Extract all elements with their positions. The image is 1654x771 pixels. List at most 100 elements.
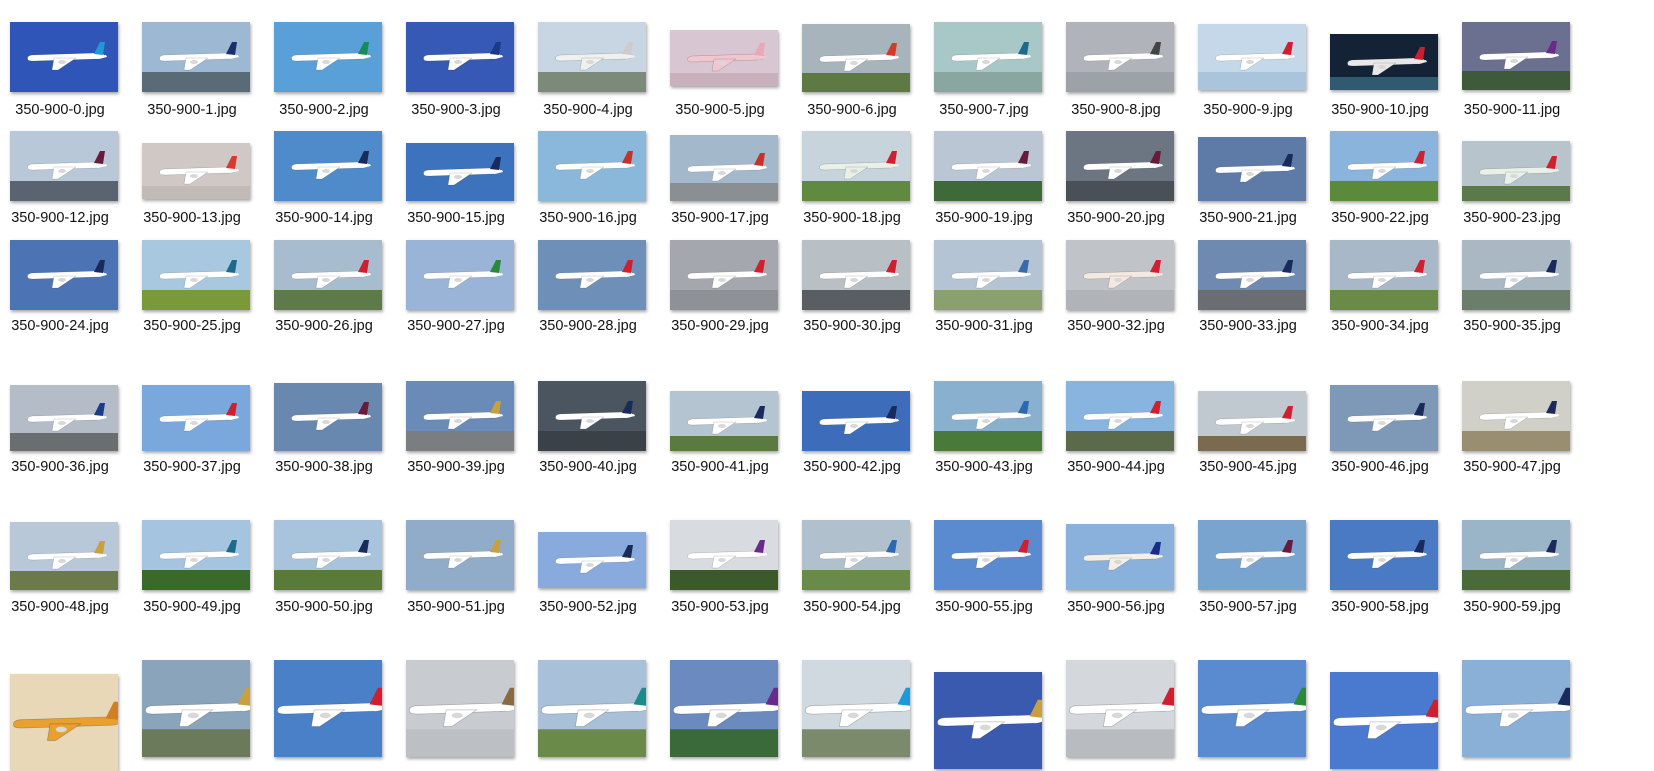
file-name-label: 350-900-32.jpg — [1067, 318, 1165, 334]
airplane-photo — [10, 522, 118, 590]
thumbnail-image[interactable] — [142, 22, 250, 92]
thumbnail-image[interactable] — [670, 660, 778, 757]
thumbnail-image[interactable] — [1066, 22, 1174, 92]
thumbnail-image[interactable] — [1462, 381, 1570, 451]
thumbnail-image[interactable] — [1066, 660, 1174, 757]
thumbnail-image[interactable] — [802, 660, 910, 757]
thumbnail-image[interactable] — [802, 520, 910, 590]
thumbnail-image[interactable] — [670, 520, 778, 590]
thumbnail-image[interactable] — [670, 30, 778, 86]
file-name-label: 350-900-27.jpg — [407, 318, 505, 334]
thumbnail-image[interactable] — [802, 391, 910, 451]
thumbnail-image[interactable] — [406, 520, 514, 590]
airplane-photo — [670, 391, 778, 451]
thumbnail-image[interactable] — [10, 22, 118, 92]
thumbnail-image[interactable] — [10, 240, 118, 310]
thumbnail-image[interactable] — [538, 131, 646, 201]
thumbnail-image[interactable] — [274, 240, 382, 310]
thumbnail-image[interactable] — [142, 143, 250, 199]
airplane-photo — [142, 520, 250, 590]
thumbnail-image[interactable] — [1462, 141, 1570, 201]
thumbnail-image[interactable] — [406, 381, 514, 451]
airplane-photo — [538, 22, 646, 92]
thumbnail-image[interactable] — [538, 532, 646, 588]
thumbnail-image[interactable] — [274, 131, 382, 201]
thumbnail-image[interactable] — [10, 674, 118, 771]
thumbnail-image[interactable] — [142, 240, 250, 310]
thumbnail-image[interactable] — [934, 520, 1042, 590]
file-name-label: 350-900-52.jpg — [539, 599, 637, 615]
airplane-photo — [1462, 520, 1570, 590]
thumbnail-image[interactable] — [1462, 660, 1570, 757]
file-name-label: 350-900-18.jpg — [803, 210, 901, 226]
thumbnail-image[interactable] — [142, 385, 250, 451]
thumbnail-image[interactable] — [1066, 381, 1174, 451]
thumbnail-image[interactable] — [1462, 520, 1570, 590]
thumbnail-image[interactable] — [934, 131, 1042, 201]
thumbnail-image[interactable] — [1330, 520, 1438, 590]
thumbnail-image[interactable] — [274, 660, 382, 757]
file-name-label: 350-900-46.jpg — [1331, 459, 1429, 475]
thumbnail-image[interactable] — [274, 383, 382, 451]
thumbnail-image[interactable] — [538, 240, 646, 310]
thumbnail-image[interactable] — [10, 385, 118, 451]
thumbnail-image[interactable] — [1198, 660, 1306, 757]
airplane-photo — [1330, 520, 1438, 590]
file-name-label: 350-900-19.jpg — [935, 210, 1033, 226]
thumbnail-image[interactable] — [1066, 524, 1174, 590]
file-name-label: 350-900-50.jpg — [275, 599, 373, 615]
thumbnail-image[interactable] — [406, 240, 514, 310]
airplane-photo — [274, 131, 382, 201]
thumbnail-image[interactable] — [1330, 672, 1438, 769]
thumbnail-image[interactable] — [10, 131, 118, 201]
thumbnail-image[interactable] — [1330, 385, 1438, 451]
file-name-label: 350-900-57.jpg — [1199, 599, 1297, 615]
thumbnail-image[interactable] — [274, 520, 382, 590]
airplane-photo — [1066, 524, 1174, 590]
airplane-photo — [538, 381, 646, 451]
thumbnail-image[interactable] — [538, 381, 646, 451]
thumbnail-image[interactable] — [934, 240, 1042, 310]
thumbnail-image[interactable] — [142, 660, 250, 757]
file-name-label: 350-900-41.jpg — [671, 459, 769, 475]
thumbnail-image[interactable] — [802, 24, 910, 92]
thumbnail-image[interactable] — [1198, 137, 1306, 201]
thumbnail-image[interactable] — [10, 522, 118, 590]
thumbnail-image[interactable] — [802, 240, 910, 310]
thumbnail-image[interactable] — [934, 672, 1042, 769]
thumbnail-image[interactable] — [406, 143, 514, 201]
thumbnail-image[interactable] — [538, 660, 646, 757]
thumbnail-image[interactable] — [1462, 240, 1570, 310]
file-name-label: 350-900-33.jpg — [1199, 318, 1297, 334]
thumbnail-image[interactable] — [670, 135, 778, 201]
thumbnail-image[interactable] — [1198, 24, 1306, 90]
airplane-photo — [10, 674, 118, 771]
thumbnail-image[interactable] — [934, 381, 1042, 451]
thumbnail-image[interactable] — [670, 240, 778, 310]
thumbnail-image[interactable] — [406, 660, 514, 757]
thumbnail-image[interactable] — [1198, 240, 1306, 310]
thumbnail-image[interactable] — [1066, 240, 1174, 310]
thumbnail-image[interactable] — [274, 22, 382, 92]
airplane-photo — [934, 672, 1042, 769]
airplane-photo — [670, 520, 778, 590]
thumbnail-image[interactable] — [1330, 240, 1438, 310]
thumbnail-image[interactable] — [538, 22, 646, 92]
airplane-photo — [406, 520, 514, 590]
thumbnail-image[interactable] — [1198, 520, 1306, 590]
airplane-photo — [1462, 381, 1570, 451]
airplane-photo — [670, 135, 778, 201]
thumbnail-image[interactable] — [934, 22, 1042, 92]
thumbnail-image[interactable] — [406, 22, 514, 92]
airplane-photo — [1066, 22, 1174, 92]
thumbnail-image[interactable] — [1066, 131, 1174, 201]
thumbnail-image[interactable] — [1330, 34, 1438, 90]
thumbnail-image[interactable] — [1330, 131, 1438, 201]
thumbnail-image[interactable] — [1462, 22, 1570, 90]
thumbnail-image[interactable] — [142, 520, 250, 590]
airplane-photo — [1198, 137, 1306, 201]
thumbnail-image[interactable] — [1198, 391, 1306, 451]
airplane-photo — [1066, 381, 1174, 451]
thumbnail-image[interactable] — [802, 131, 910, 201]
thumbnail-image[interactable] — [670, 391, 778, 451]
